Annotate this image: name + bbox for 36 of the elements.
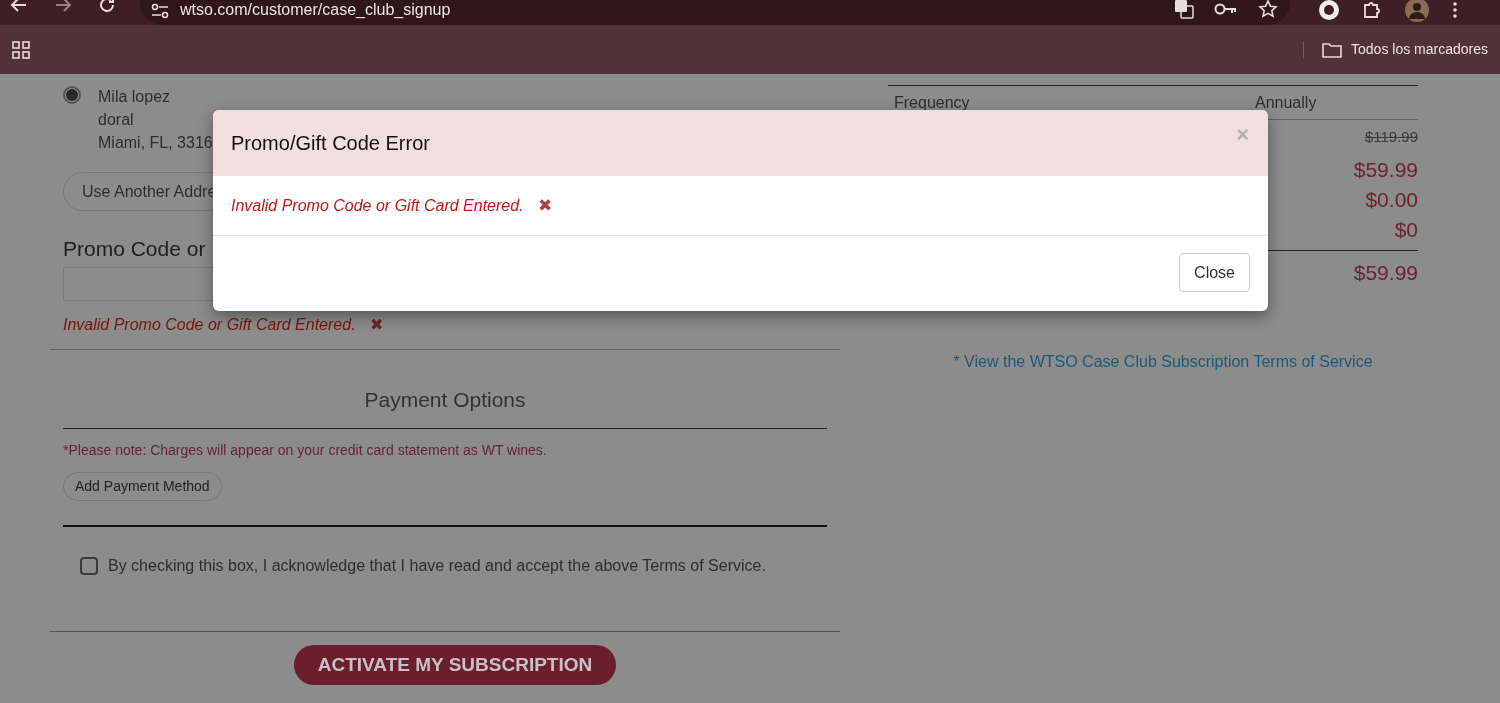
error-icon: ✖ xyxy=(369,312,383,337)
forward-icon[interactable] xyxy=(54,0,72,14)
close-button[interactable]: Close xyxy=(1179,253,1250,292)
dialog-title: Promo/Gift Code Error xyxy=(231,131,430,156)
bookmarks-folder[interactable]: Todos los marcadores xyxy=(1322,39,1488,60)
promo-code-label: Promo Code or xyxy=(63,236,207,262)
activate-subscription-button[interactable]: ACTIVATE MY SUBSCRIPTION xyxy=(294,645,616,685)
key-icon[interactable] xyxy=(1214,2,1238,16)
address-radio[interactable] xyxy=(63,86,81,104)
address-bar[interactable]: wtso.com/customer/case_club_signup xyxy=(140,0,1290,25)
price: $59.99 xyxy=(1353,157,1418,183)
frequency-label: Frequency xyxy=(894,92,971,113)
payment-note: *Please note: Charges will appear on your credit card statement as WT wines. xyxy=(63,441,548,460)
url-text: wtso.com/customer/case_club_signup xyxy=(180,1,451,19)
original-price: $119.99 xyxy=(1364,127,1418,147)
back-icon[interactable] xyxy=(10,0,28,14)
error-message: Invalid Promo Code or Gift Card Entered. xyxy=(63,314,356,335)
frequency-value: Annually xyxy=(1255,92,1317,113)
puzzle-icon[interactable] xyxy=(1362,0,1382,20)
address-line: Miami, FL, 3316 xyxy=(98,133,213,153)
terms-checkbox[interactable] xyxy=(80,557,98,575)
folder-icon xyxy=(1322,41,1343,58)
apps-grid-icon[interactable] xyxy=(12,40,30,59)
menu-icon[interactable] xyxy=(1452,1,1458,19)
star-icon[interactable] xyxy=(1258,0,1278,19)
reload-icon[interactable] xyxy=(98,0,116,14)
payment-options-heading: Payment Options xyxy=(363,386,527,413)
terms-checkbox-label: By checking this box, I acknowledge that I have read and accept the above Terms of Service. xyxy=(108,556,766,576)
address-line: Mila lopez xyxy=(98,87,172,107)
price: $0 xyxy=(1394,217,1418,243)
avatar-icon[interactable] xyxy=(1404,0,1430,23)
site-settings-icon[interactable] xyxy=(150,3,170,19)
address-line: doral xyxy=(98,110,135,130)
price: $0.00 xyxy=(1365,187,1418,213)
error-icon: ✖ xyxy=(537,192,552,219)
total-price: $59.99 xyxy=(1353,260,1418,286)
